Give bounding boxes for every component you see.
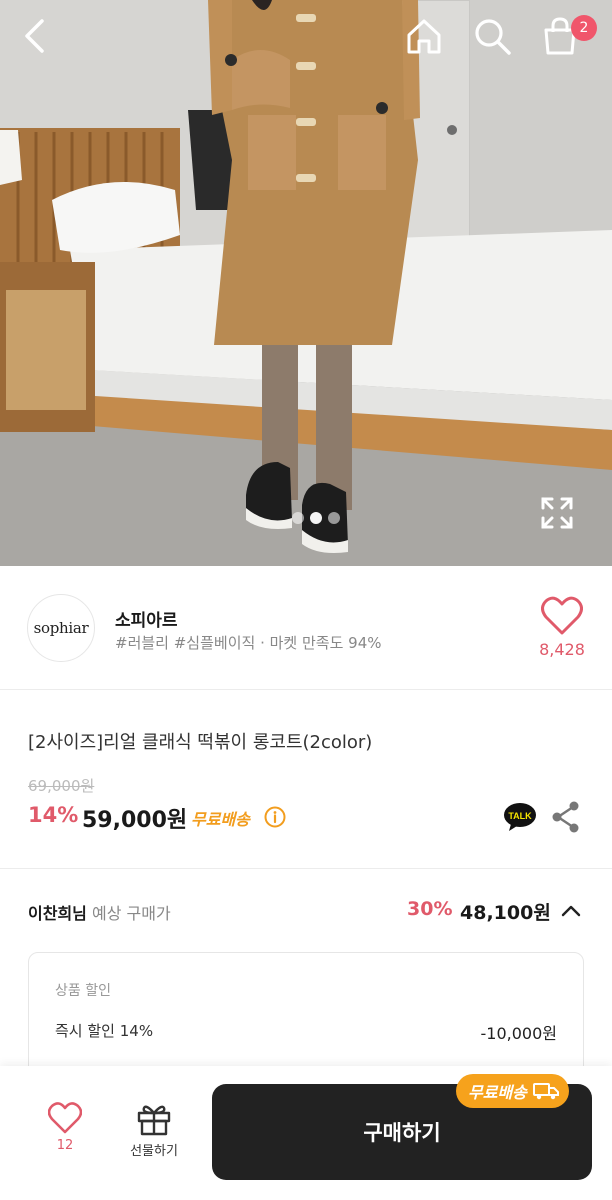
seller-name[interactable]: 소피아르 [115, 606, 178, 631]
product-title: [2사이즈]리얼 클래식 떡볶이 롱코트(2color) [28, 732, 373, 753]
expected-price-caption: 예상 구매가 [86, 904, 171, 923]
info-icon [264, 806, 286, 828]
seller-like-count: 8,428 [539, 640, 585, 659]
chevron-left-icon [25, 19, 44, 53]
chevron-up-icon [561, 905, 581, 917]
home-icon [407, 19, 441, 54]
free-shipping-badge-label: 무료배송 [468, 1083, 527, 1102]
seller-logo[interactable]: sophiar [27, 594, 95, 662]
seller-section[interactable]: sophiar 소피아르 #러블리 #심플베이직 · 마켓 만족도 94% 8,… [0, 566, 612, 690]
expected-price: 48,100원 [460, 902, 551, 924]
original-price: 69,000원 [28, 777, 95, 795]
product-image[interactable]: 2 [0, 0, 612, 566]
kakao-talk-icon: TALK [504, 803, 536, 831]
product-detail-page: 2 sophiar 소피아르 #러블리 #심플베이직 · 마켓 만족도 94% [0, 0, 612, 1200]
collapse-button[interactable] [558, 898, 584, 924]
share-icon [552, 801, 579, 833]
expand-icon [541, 497, 573, 529]
truck-icon [532, 1083, 559, 1100]
gift-icon [137, 1105, 171, 1136]
heart-icon [541, 596, 583, 635]
discount-breakdown-card: 상품 할인 즉시 할인 14% -10,000원 [28, 952, 584, 1082]
product-photo-illustration [0, 0, 612, 566]
back-button[interactable] [22, 18, 68, 64]
cart-count-badge: 2 [571, 15, 597, 41]
search-icon [475, 19, 511, 55]
free-shipping-badge: 무료배송 [456, 1074, 569, 1108]
section-divider [0, 868, 612, 869]
wishlist-button[interactable]: 12 [40, 1102, 90, 1153]
kakao-label: TALK [508, 811, 532, 821]
heart-icon [48, 1102, 82, 1134]
seller-tags: #러블리 #심플베이직 · 마켓 만족도 94% [115, 634, 382, 652]
user-name: 이찬희님 [28, 904, 87, 923]
pagination-dot[interactable] [328, 512, 340, 524]
discount-rate: 14% [28, 803, 79, 827]
info-button[interactable] [264, 806, 286, 828]
wishlist-count: 12 [56, 1138, 74, 1153]
expected-discount-rate: 30% [407, 898, 453, 920]
expected-price-label: 이찬희님 예상 구매가 [28, 900, 171, 924]
kakao-talk-button[interactable]: TALK [503, 802, 537, 832]
search-button[interactable] [472, 16, 520, 64]
breakdown-row-value: -10,000원 [480, 1024, 557, 1043]
sale-price: 59,000원 [82, 808, 188, 833]
image-pagination[interactable] [292, 512, 340, 524]
free-shipping-label: 무료배송 [191, 810, 250, 829]
expand-button[interactable] [540, 496, 578, 534]
share-button[interactable] [551, 801, 581, 833]
pagination-dot[interactable] [292, 512, 304, 524]
gift-label: 선물하기 [130, 1144, 178, 1159]
breakdown-row-label: 즉시 할인 14% [55, 1022, 154, 1040]
gift-button[interactable]: 선물하기 [122, 1102, 186, 1159]
pagination-dot[interactable] [310, 512, 322, 524]
seller-like-button[interactable] [541, 596, 583, 638]
breakdown-header: 상품 할인 [55, 983, 111, 999]
home-button[interactable] [404, 16, 452, 64]
